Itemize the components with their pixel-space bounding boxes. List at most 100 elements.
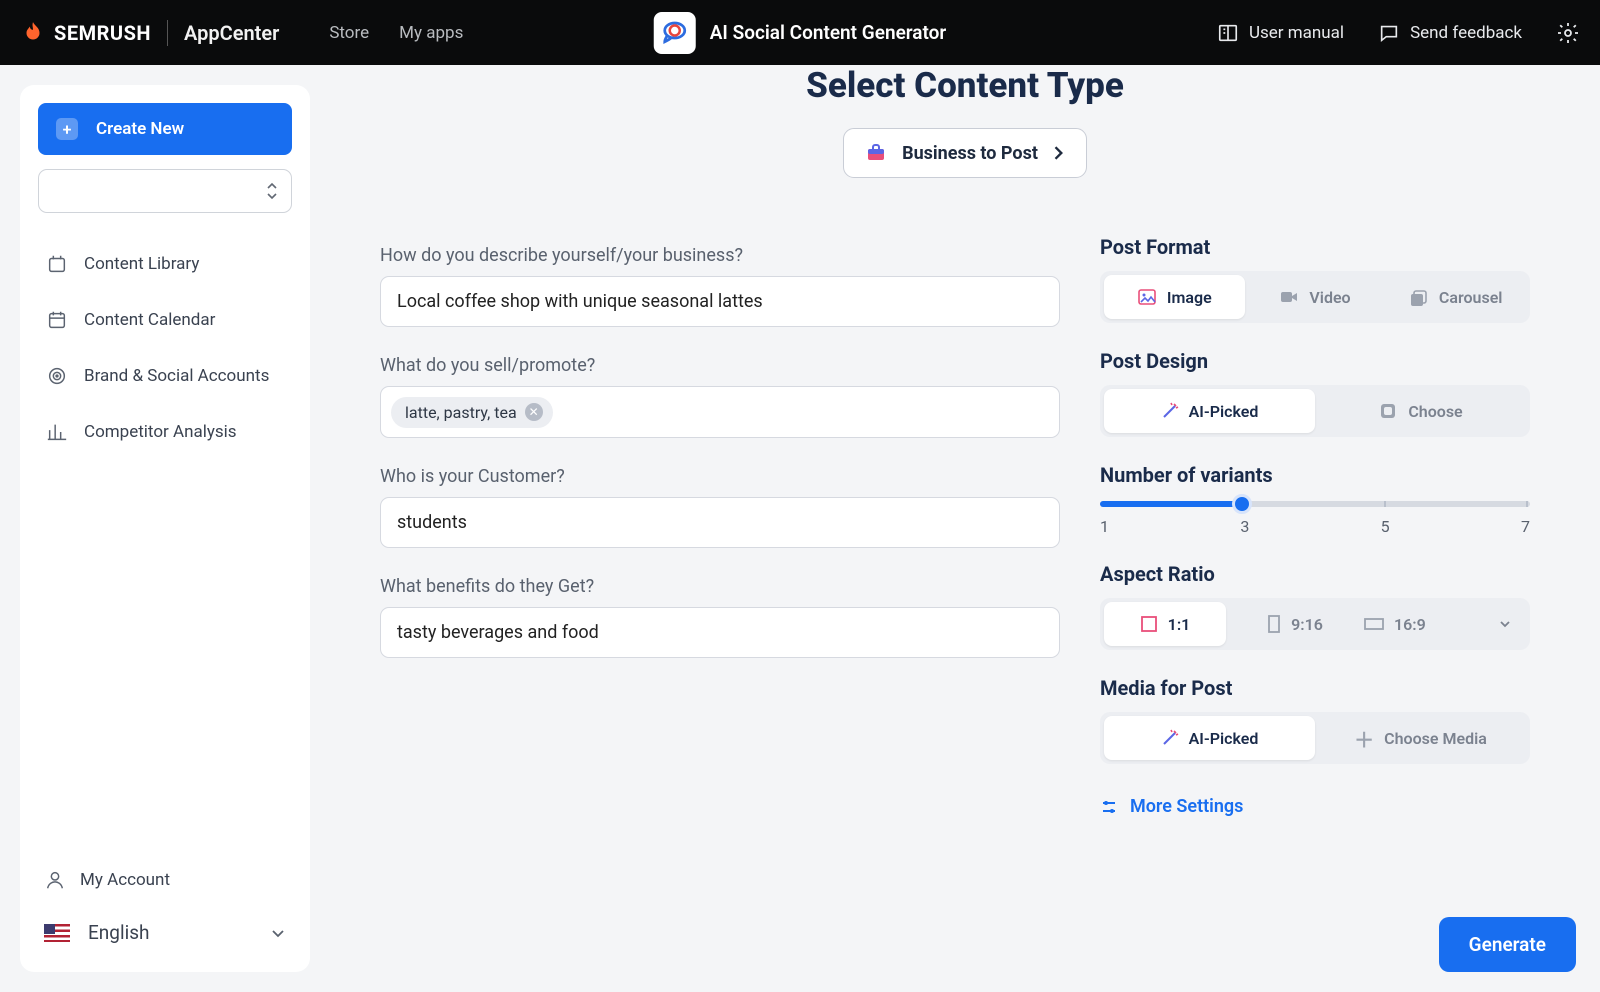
media-pills: AI-Picked ＋ Choose Media — [1100, 712, 1530, 764]
tag-item: latte, pastry, tea ✕ — [391, 397, 553, 428]
tick-1: 1 — [1100, 517, 1109, 536]
post-design-title: Post Design — [1100, 349, 1530, 373]
hero: Select Content Type Business to Post — [330, 65, 1600, 178]
topbar: SEMRUSH AppCenter Store My apps AI Socia… — [0, 0, 1600, 65]
design-choose[interactable]: Choose — [1315, 389, 1526, 433]
sidebar-card: + Create New Content Library Content Cal… — [20, 85, 310, 972]
my-account-link[interactable]: My Account — [38, 859, 292, 901]
briefcase-icon — [864, 141, 888, 165]
workspace-select[interactable] — [38, 169, 292, 213]
more-settings-link[interactable]: More Settings — [1100, 796, 1243, 817]
nav-store[interactable]: Store — [329, 23, 369, 43]
media-ai-picked[interactable]: AI-Picked — [1104, 716, 1315, 760]
variants-section: Number of variants 1 3 5 7 — [1100, 463, 1530, 536]
field-benefits: What benefits do they Get? — [380, 576, 1060, 658]
form-column: How do you describe yourself/your busine… — [380, 85, 1060, 972]
seg-label: AI-Picked — [1189, 729, 1259, 748]
language-select[interactable]: English — [38, 911, 292, 954]
variants-title: Number of variants — [1100, 463, 1530, 487]
pill-label: Image — [1167, 288, 1212, 307]
nav-myapps[interactable]: My apps — [399, 23, 463, 43]
sliders-icon — [1100, 798, 1118, 816]
aspect-9-16[interactable]: 9:16 — [1234, 602, 1356, 646]
format-video[interactable]: Video — [1245, 275, 1386, 319]
book-icon — [1217, 22, 1239, 44]
user-manual-link[interactable]: User manual — [1217, 22, 1344, 44]
variants-slider[interactable] — [1100, 501, 1530, 507]
video-icon — [1279, 287, 1299, 307]
divider — [167, 20, 168, 46]
logo-group: SEMRUSH AppCenter — [20, 20, 279, 46]
sidebar-item-content-calendar[interactable]: Content Calendar — [38, 295, 292, 345]
suite-name[interactable]: AppCenter — [184, 21, 279, 45]
seg-label: AI-Picked — [1189, 402, 1259, 421]
slider-tick — [1384, 501, 1386, 507]
chevron-right-icon — [1052, 146, 1066, 160]
sidebar-item-competitor-analysis[interactable]: Competitor Analysis — [38, 407, 292, 457]
pill-label: Carousel — [1439, 288, 1503, 307]
feedback-icon — [1378, 22, 1400, 44]
square-icon — [1140, 615, 1158, 633]
updown-icon — [265, 181, 279, 201]
slider-ticks: 1 3 5 7 — [1100, 517, 1530, 536]
design-ai-picked[interactable]: AI-Picked — [1104, 389, 1315, 433]
format-image[interactable]: Image — [1104, 275, 1245, 319]
tick-5: 5 — [1381, 517, 1390, 536]
aspect-label: 1:1 — [1168, 615, 1191, 634]
post-format-title: Post Format — [1100, 235, 1530, 259]
top-nav: Store My apps — [329, 23, 463, 43]
tag-remove-icon[interactable]: ✕ — [525, 403, 543, 421]
create-new-label: Create New — [96, 119, 184, 139]
generate-button[interactable]: Generate — [1439, 917, 1576, 972]
slider-fill — [1100, 501, 1242, 507]
format-carousel[interactable]: Carousel — [1385, 275, 1526, 319]
aspect-16-9[interactable]: 16:9 — [1364, 602, 1526, 646]
language-label: English — [88, 921, 149, 944]
aspect-1-1[interactable]: 1:1 — [1104, 602, 1226, 646]
aspect-label: 16:9 — [1394, 615, 1426, 634]
sidebar-item-label: Brand & Social Accounts — [84, 366, 269, 386]
aspect-pills: 1:1 9:16 16:9 — [1100, 598, 1530, 650]
describe-input[interactable] — [380, 276, 1060, 327]
sidebar-item-brand-social[interactable]: Brand & Social Accounts — [38, 351, 292, 401]
main: Select Content Type Business to Post How… — [330, 65, 1600, 992]
app-icon — [654, 12, 696, 54]
sidebar-menu: Content Library Content Calendar Brand &… — [38, 239, 292, 457]
settings-column: Post Format Image Video Carousel Post De… — [1100, 85, 1530, 972]
page-title: Select Content Type — [330, 65, 1600, 106]
flame-icon — [20, 20, 46, 46]
sell-input[interactable]: latte, pastry, tea ✕ — [380, 386, 1060, 438]
sidebar-item-label: Content Library — [84, 254, 199, 274]
tick-7: 7 — [1521, 517, 1530, 536]
plus-icon: ＋ — [1354, 724, 1374, 753]
top-actions: User manual Send feedback — [1217, 21, 1580, 45]
seg-label: Choose Media — [1384, 729, 1487, 748]
media-choose[interactable]: ＋ Choose Media — [1315, 716, 1526, 760]
flag-us-icon — [44, 924, 70, 942]
field-describe: How do you describe yourself/your busine… — [380, 245, 1060, 327]
business-to-post-chip[interactable]: Business to Post — [843, 128, 1087, 178]
wand-icon — [1161, 402, 1179, 420]
pill-label: Video — [1309, 288, 1350, 307]
more-settings-label: More Settings — [1130, 796, 1243, 817]
post-format-pills: Image Video Carousel — [1100, 271, 1530, 323]
customer-input[interactable] — [380, 497, 1060, 548]
chevron-down-icon[interactable] — [1498, 617, 1512, 631]
portrait-icon — [1267, 615, 1281, 633]
semrush-logo[interactable]: SEMRUSH — [20, 20, 151, 46]
chevron-down-icon — [270, 925, 286, 941]
sidebar-item-content-library[interactable]: Content Library — [38, 239, 292, 289]
send-feedback-link[interactable]: Send feedback — [1378, 22, 1522, 44]
create-new-button[interactable]: + Create New — [38, 103, 292, 155]
slider-thumb[interactable] — [1232, 494, 1252, 514]
post-design-pills: AI-Picked Choose — [1100, 385, 1530, 437]
settings-button[interactable] — [1556, 21, 1580, 45]
media-title: Media for Post — [1100, 676, 1530, 700]
carousel-icon — [1409, 287, 1429, 307]
choose-icon — [1378, 401, 1398, 421]
benefits-input[interactable] — [380, 607, 1060, 658]
tick-3: 3 — [1240, 517, 1249, 536]
user-icon — [44, 869, 66, 891]
field-label: How do you describe yourself/your busine… — [380, 245, 1060, 266]
sidebar-footer: My Account English — [38, 859, 292, 954]
